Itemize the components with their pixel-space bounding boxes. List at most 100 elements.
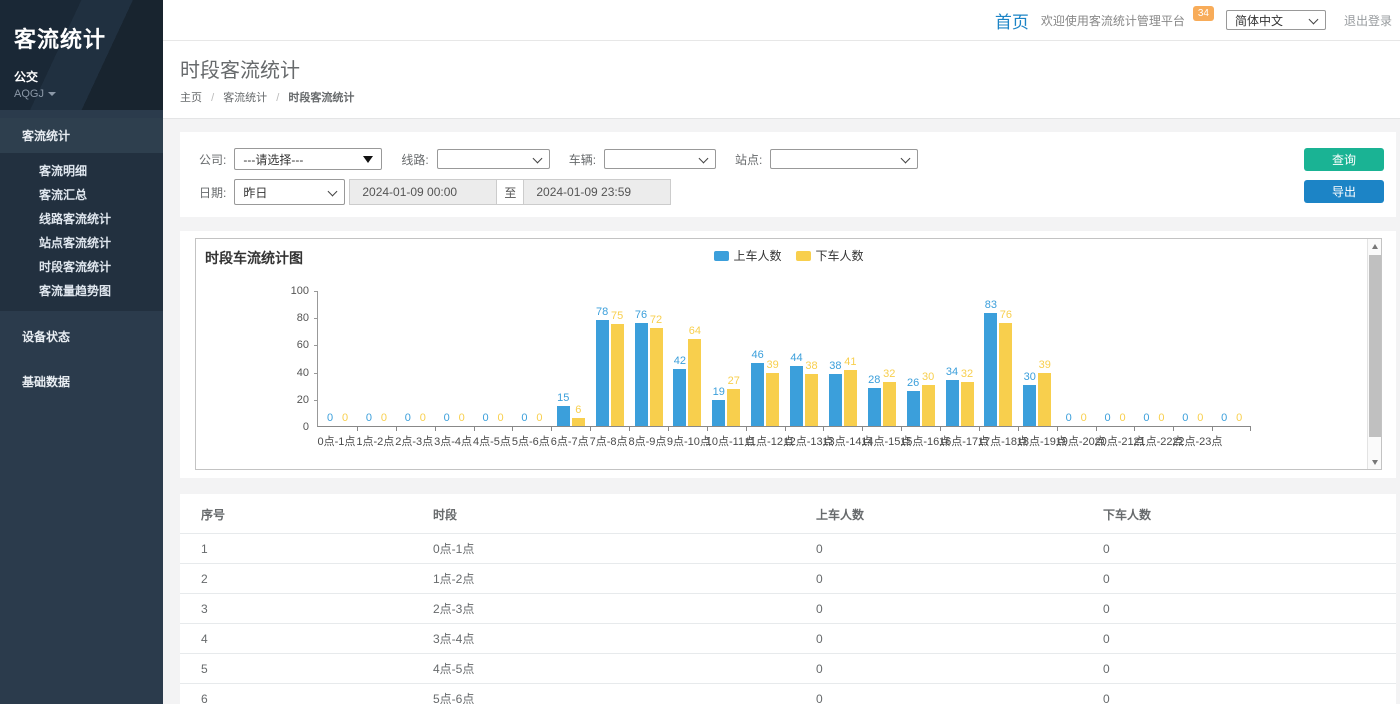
sidebar: 客流统计 公交 AQGJ 客流统计 客流明细 客流汇总 线路客流统计 站点客流统… [0,0,163,704]
scrollbar-down-icon[interactable] [1368,455,1382,469]
x-axis-tick [396,426,397,431]
date-label: 日期: [199,184,226,201]
chart-container: 时段车流统计图 上车人数下车人数 020406080100 0000000000… [195,238,1382,470]
table-cell: 4 [180,624,412,654]
company-label: 公司: [199,151,226,168]
breadcrumb-home[interactable]: 主页 [180,92,202,104]
bar-value-label: 15 [557,392,569,404]
bar-value-label: 0 [444,412,450,424]
vehicle-select[interactable] [604,149,716,169]
sidebar-item-period-stats[interactable]: 时段客流统计 [0,255,163,279]
bar-上车人数 [635,323,648,426]
page-title: 时段客流统计 [180,54,1400,83]
bar-group: 00 [435,291,474,426]
export-button[interactable]: 导出 [1304,180,1384,203]
bar-上车人数 [907,391,920,426]
welcome-text: 欢迎使用客流统计管理平台 [1041,12,1185,29]
bar-下车人数 [650,328,663,426]
x-axis-tick [590,426,591,431]
end-time-input[interactable]: 2024-01-09 23:59 [523,179,671,205]
breadcrumb-section[interactable]: 客流统计 [223,92,267,104]
logout-link[interactable]: 退出登录 [1344,12,1392,29]
x-axis-tick-label: 10点-11点 [706,433,745,449]
legend-item[interactable]: 上车人数 [713,247,781,264]
language-select[interactable]: 简体中文 [1226,10,1326,30]
table-row: 43点-4点00 [180,624,1396,654]
notification-badge[interactable]: 34 [1193,6,1214,21]
date-preset-select[interactable]: 昨日 [234,179,345,205]
table-cell: 0 [795,534,1082,564]
sidebar-item-passenger-summary[interactable]: 客流汇总 [0,183,163,207]
bar-value-label: 26 [907,377,919,389]
table-cell: 0 [1082,534,1396,564]
line-select[interactable] [437,149,550,169]
bar-value-label: 46 [752,349,764,361]
sidebar-item-device-status[interactable]: 设备状态 [0,317,163,356]
bar-group: 00 [357,291,396,426]
table-row: 54点-5点00 [180,654,1396,684]
table-cell: 1点-2点 [412,564,795,594]
bar-group: 1927 [707,291,746,426]
bar-下车人数 [766,373,779,426]
x-axis-tick [823,426,824,431]
x-axis-tick-label: 11点-12点 [745,433,784,449]
x-axis-tick-label: 19点-20点 [1056,433,1095,449]
bar-上车人数 [596,320,609,426]
x-axis-tick [512,426,513,431]
station-select[interactable] [770,149,918,169]
x-axis-tick-label: 6点-7点 [550,433,589,449]
y-axis-tick-label: 20 [269,394,309,406]
x-axis-tick [474,426,475,431]
chart-scrollbar[interactable] [1367,239,1381,469]
table-cell: 3 [180,594,412,624]
station-label: 站点: [735,151,762,168]
sidebar-item-line-stats[interactable]: 线路客流统计 [0,207,163,231]
x-axis-tick [629,426,630,431]
bar-value-label: 0 [1182,412,1188,424]
org-name: 公交 [14,68,163,85]
org-switcher[interactable]: AQGJ [14,88,163,100]
sidebar-item-station-stats[interactable]: 站点客流统计 [0,231,163,255]
table-cell: 0 [1082,654,1396,684]
scrollbar-thumb[interactable] [1369,255,1381,437]
table-header-cell: 时段 [412,494,795,534]
x-axis-tick [1057,426,1058,431]
bar-上车人数 [984,313,997,426]
bar-下车人数 [922,385,935,426]
bar-上车人数 [790,366,803,426]
start-time-input[interactable]: 2024-01-09 00:00 [349,179,497,205]
sidebar-item-base-data[interactable]: 基础数据 [0,362,163,401]
bar-下车人数 [844,370,857,426]
bar-value-label: 30 [1024,371,1036,383]
table-cell: 6 [180,684,412,704]
table-cell: 0 [1082,594,1396,624]
breadcrumb-separator: / [276,92,279,104]
table-cell: 0 [795,594,1082,624]
content: 公司: ---请选择--- 线路: 车辆: 站点: [163,119,1400,704]
bar-下车人数 [572,418,585,426]
legend-item[interactable]: 下车人数 [796,247,864,264]
table-cell: 2点-3点 [412,594,795,624]
company-select[interactable]: ---请选择--- [234,148,382,170]
home-link[interactable]: 首页 [995,8,1029,33]
x-axis-tick [435,426,436,431]
bar-上车人数 [946,380,959,426]
bar-group: 00 [1173,291,1212,426]
sidebar-item-passenger-stats[interactable]: 客流统计 [0,118,163,153]
chart-legend: 上车人数下车人数 [713,247,863,264]
sidebar-item-trend-chart[interactable]: 客流量趋势图 [0,279,163,303]
bar-group: 2630 [901,291,940,426]
x-axis-tick-label: 2点-3点 [395,433,434,449]
x-axis-tick [551,426,552,431]
bar-value-label: 78 [596,306,608,318]
bar-value-label: 0 [521,412,527,424]
table-header-row: 序号时段上车人数下车人数 [180,494,1396,534]
table-cell: 0 [795,624,1082,654]
bar-value-label: 41 [844,356,856,368]
query-button[interactable]: 查询 [1304,148,1384,171]
bar-group: 00 [1096,291,1135,426]
bar-group: 00 [1212,291,1251,426]
sidebar-item-passenger-detail[interactable]: 客流明细 [0,159,163,183]
bar-value-label: 83 [985,299,997,311]
scrollbar-up-icon[interactable] [1368,239,1382,253]
